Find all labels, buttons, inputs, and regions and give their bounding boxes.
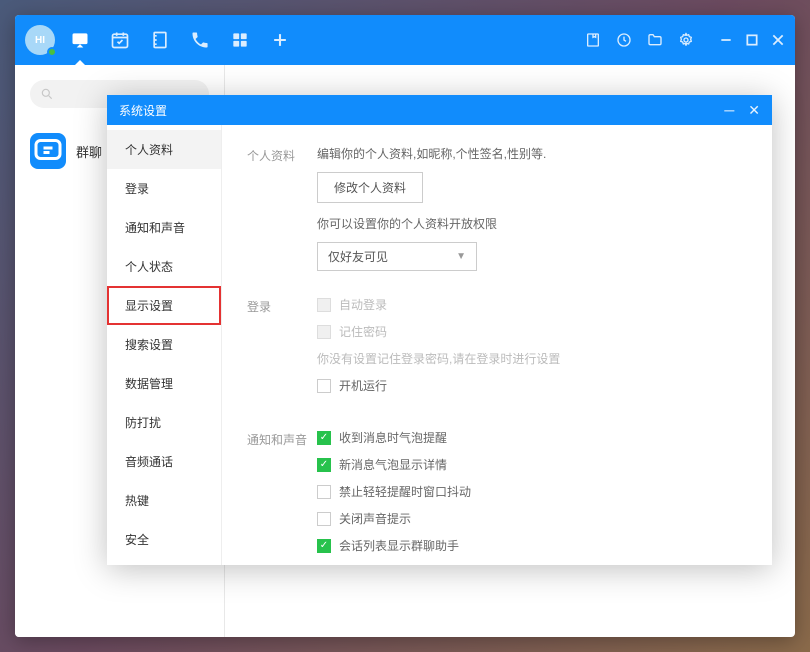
folder-icon[interactable] (647, 32, 663, 48)
checkbox-notify-3[interactable]: 关闭声音提示 (317, 510, 747, 527)
checkbox-label: 记住密码 (339, 323, 387, 340)
check-mark-icon: ✓ (320, 433, 328, 443)
note-icon[interactable] (585, 32, 601, 48)
nav-item-update[interactable]: 自动更新 (107, 559, 221, 565)
nav-item-profile[interactable]: 个人资料 (107, 130, 221, 169)
settings-dialog: 系统设置 ─ ✕ 个人资料 登录 通知和声音 个人状态 显示设置 搜索设置 数据… (107, 95, 772, 565)
checkbox-icon: ✓ (317, 458, 331, 472)
profile-desc: 编辑你的个人资料,如昵称,个性签名,性别等. (317, 145, 747, 162)
close-button[interactable] (771, 33, 785, 47)
dialog-header-buttons: ─ ✕ (724, 102, 760, 119)
add-icon[interactable] (270, 30, 290, 50)
privacy-desc: 你可以设置你的个人资料开放权限 (317, 215, 747, 232)
group-label: 群聊 (76, 142, 102, 161)
checkbox-notify-0[interactable]: ✓ 收到消息时气泡提醒 (317, 429, 747, 446)
checkbox-label: 新消息气泡显示详情 (339, 456, 447, 473)
nav-icons (70, 30, 290, 50)
top-right-icons (585, 32, 785, 48)
checkbox-label: 会话列表显示群聊助手 (339, 537, 459, 554)
check-mark-icon: ✓ (320, 460, 328, 470)
dialog-header[interactable]: 系统设置 ─ ✕ (107, 95, 772, 125)
top-bar: HI (15, 15, 795, 65)
chat-icon[interactable] (70, 30, 90, 50)
login-hint: 你没有设置记住登录密码,请在登录时进行设置 (317, 350, 747, 367)
nav-item-search[interactable]: 搜索设置 (107, 325, 221, 364)
search-icon (40, 87, 54, 101)
section-label: 个人资料 (247, 145, 317, 271)
section-login: 登录 自动登录 记住密码 你没有设置记住登录密码,请在登录时进行设置 开机运行 (247, 296, 747, 404)
avatar-text: HI (35, 35, 45, 46)
checkbox-icon (317, 379, 331, 393)
nav-item-status[interactable]: 个人状态 (107, 247, 221, 286)
checkbox-notify-4[interactable]: ✓ 会话列表显示群聊助手 (317, 537, 747, 554)
checkbox-label: 禁止轻轻提醒时窗口抖动 (339, 483, 471, 500)
settings-nav: 个人资料 登录 通知和声音 个人状态 显示设置 搜索设置 数据管理 防打扰 音频… (107, 125, 222, 565)
checkbox-label: 开机运行 (339, 377, 387, 394)
checkbox-icon (317, 298, 331, 312)
calendar-icon[interactable] (110, 30, 130, 50)
dialog-body: 个人资料 登录 通知和声音 个人状态 显示设置 搜索设置 数据管理 防打扰 音频… (107, 125, 772, 565)
apps-icon[interactable] (230, 30, 250, 50)
checkbox-label: 收到消息时气泡提醒 (339, 429, 447, 446)
checkbox-notify-2[interactable]: 禁止轻轻提醒时窗口抖动 (317, 483, 747, 500)
section-body: 编辑你的个人资料,如昵称,个性签名,性别等. 修改个人资料 你可以设置你的个人资… (317, 145, 747, 271)
checkbox-label: 关闭声音提示 (339, 510, 411, 527)
checkbox-icon: ✓ (317, 431, 331, 445)
check-mark-icon: ✓ (320, 541, 328, 551)
checkbox-icon (317, 512, 331, 526)
checkbox-auto-login: 自动登录 (317, 296, 747, 313)
nav-item-data[interactable]: 数据管理 (107, 364, 221, 403)
checkbox-remember-pwd: 记住密码 (317, 323, 747, 340)
group-chat-icon (30, 133, 66, 169)
dialog-close-button[interactable]: ✕ (748, 102, 760, 119)
section-label: 通知和声音 (247, 429, 317, 564)
contacts-icon[interactable] (150, 30, 170, 50)
nav-item-notify[interactable]: 通知和声音 (107, 208, 221, 247)
settings-content[interactable]: 个人资料 编辑你的个人资料,如昵称,个性签名,性别等. 修改个人资料 你可以设置… (222, 125, 772, 565)
section-notify: 通知和声音 ✓ 收到消息时气泡提醒 ✓ 新消息气泡显示详情禁止轻轻提醒时窗口抖动关闭声… (247, 429, 747, 564)
edit-profile-button[interactable]: 修改个人资料 (317, 172, 423, 203)
checkbox-icon: ✓ (317, 539, 331, 553)
privacy-select[interactable]: 仅好友可见 ▼ (317, 242, 477, 271)
checkbox-label: 自动登录 (339, 296, 387, 313)
section-body: 自动登录 记住密码 你没有设置记住登录密码,请在登录时进行设置 开机运行 (317, 296, 747, 404)
history-icon[interactable] (616, 32, 632, 48)
dialog-minimize-button[interactable]: ─ (724, 102, 734, 119)
maximize-button[interactable] (745, 33, 759, 47)
dialog-title: 系统设置 (119, 102, 167, 119)
checkbox-icon (317, 485, 331, 499)
window-controls (719, 33, 785, 47)
nav-item-hotkey[interactable]: 热键 (107, 481, 221, 520)
section-profile: 个人资料 编辑你的个人资料,如昵称,个性签名,性别等. 修改个人资料 你可以设置… (247, 145, 747, 271)
nav-item-display[interactable]: 显示设置 (107, 286, 221, 325)
nav-item-security[interactable]: 安全 (107, 520, 221, 559)
nav-item-login[interactable]: 登录 (107, 169, 221, 208)
privacy-value: 仅好友可见 (328, 248, 388, 265)
minimize-button[interactable] (719, 33, 733, 47)
phone-icon[interactable] (190, 30, 210, 50)
chevron-down-icon: ▼ (456, 251, 466, 262)
nav-item-dnd[interactable]: 防打扰 (107, 403, 221, 442)
section-label: 登录 (247, 296, 317, 404)
checkbox-startup[interactable]: 开机运行 (317, 377, 747, 394)
gear-icon[interactable] (678, 32, 694, 48)
section-body: ✓ 收到消息时气泡提醒 ✓ 新消息气泡显示详情禁止轻轻提醒时窗口抖动关闭声音提示 ✓ 会话… (317, 429, 747, 564)
checkbox-notify-1[interactable]: ✓ 新消息气泡显示详情 (317, 456, 747, 473)
checkbox-icon (317, 325, 331, 339)
avatar[interactable]: HI (25, 25, 55, 55)
nav-item-audio[interactable]: 音频通话 (107, 442, 221, 481)
status-badge-online (47, 47, 57, 57)
